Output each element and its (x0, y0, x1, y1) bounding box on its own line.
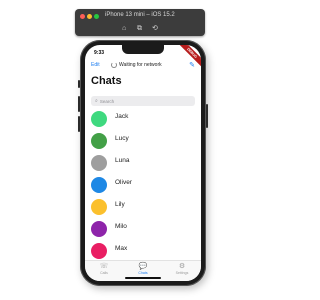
screenshot-button-icon[interactable]: ⧉ (137, 24, 142, 33)
minimize-window-button[interactable] (87, 14, 92, 19)
chat-name: Lily (115, 201, 125, 208)
avatar (91, 133, 107, 149)
avatar (91, 111, 107, 127)
zoom-window-button[interactable] (94, 14, 99, 19)
chat-list-item[interactable]: Lucy (85, 131, 201, 153)
home-indicator (125, 277, 161, 279)
chat-list-item[interactable]: Jack (85, 109, 201, 131)
chat-name: Max (115, 245, 128, 252)
tab-label: Calls (100, 271, 108, 275)
search-input[interactable]: ⌕ Search (91, 96, 195, 106)
status-time: 9:33 (94, 50, 105, 56)
phone-icon: ☏ (99, 263, 109, 270)
network-status-label: Waiting for network (119, 62, 162, 68)
app-screen: 9:33 DEBUG Edit Waiting for network ✎ Ch… (85, 45, 201, 281)
power-button (206, 104, 208, 128)
chat-list-item[interactable]: Milo (85, 219, 201, 241)
chat-list-item[interactable]: Luna (85, 153, 201, 175)
edit-button[interactable]: Edit (91, 62, 100, 68)
chat-icon: 💬 (138, 263, 148, 270)
chat-name: Jack (115, 113, 129, 120)
search-placeholder: Search (99, 98, 115, 104)
close-window-button[interactable] (80, 14, 85, 19)
avatar (91, 155, 107, 171)
tab-settings[interactable]: ⚙ Settings (167, 263, 197, 275)
chat-list: Jack Lucy Luna Oliver Lily Milo Max (85, 109, 201, 263)
avatar (91, 243, 107, 259)
volume-down-button (78, 116, 80, 132)
avatar (91, 221, 107, 237)
navigation-bar: Edit Waiting for network ✎ (85, 61, 201, 71)
chat-list-item[interactable]: Lily (85, 197, 201, 219)
mute-switch (78, 80, 80, 88)
avatar (91, 177, 107, 193)
page-title: Chats (91, 75, 122, 87)
chat-name: Luna (115, 157, 130, 164)
settings-icon: ⚙ (178, 263, 186, 270)
tab-chats[interactable]: 💬 Chats (128, 263, 158, 275)
chat-name: Lucy (115, 135, 129, 142)
tab-label: Settings (175, 271, 189, 275)
simulator-toolbar: iPhone 13 mini – iOS 15.2 ⌂ ⧉ ⟲ (75, 9, 205, 36)
search-icon: ⌕ (95, 98, 98, 104)
chat-name: Milo (115, 223, 127, 230)
phone-frame: 9:33 DEBUG Edit Waiting for network ✎ Ch… (78, 40, 208, 286)
tab-label: Chats (138, 271, 148, 275)
home-button-icon[interactable]: ⌂ (122, 24, 126, 33)
volume-up-button (78, 96, 80, 112)
loading-spinner-icon (111, 62, 117, 68)
chat-list-item[interactable]: Oliver (85, 175, 201, 197)
chat-name: Oliver (115, 179, 132, 186)
simulator-title: iPhone 13 mini – iOS 15.2 (105, 12, 175, 18)
network-status: Waiting for network (111, 62, 162, 68)
rotate-button-icon[interactable]: ⟲ (152, 24, 158, 33)
tab-calls[interactable]: ☏ Calls (89, 263, 119, 275)
notch (122, 45, 164, 54)
avatar (91, 199, 107, 215)
compose-icon[interactable]: ✎ (189, 61, 195, 69)
